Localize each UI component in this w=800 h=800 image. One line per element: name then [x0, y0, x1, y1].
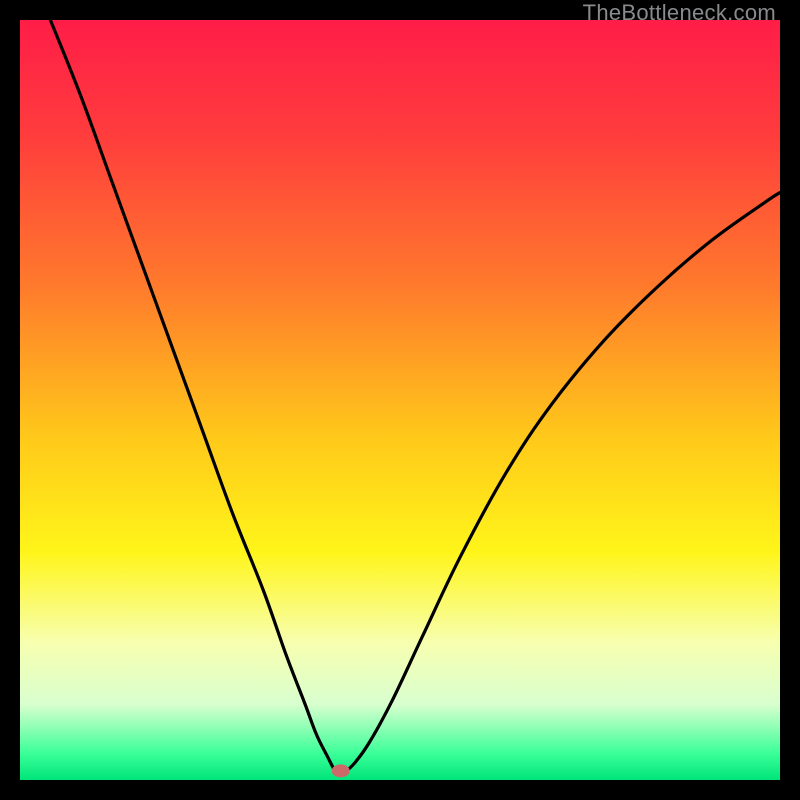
minimum-marker	[332, 764, 350, 777]
gradient-background	[20, 20, 780, 780]
bottleneck-chart	[20, 20, 780, 780]
chart-frame	[20, 20, 780, 780]
watermark-text: TheBottleneck.com	[583, 0, 776, 26]
